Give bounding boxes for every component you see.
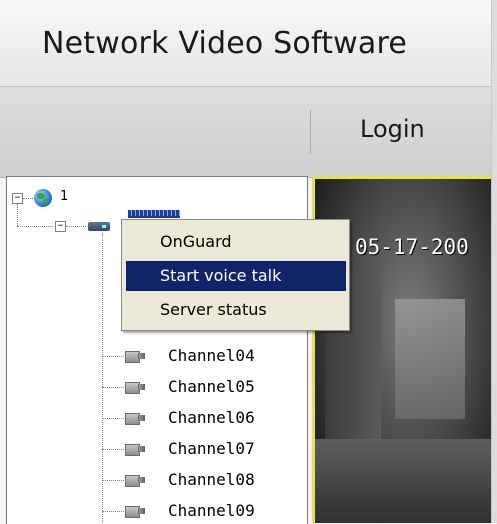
tree-connector (102, 418, 124, 419)
tree-connector (102, 480, 124, 481)
tree-connector (102, 387, 124, 388)
camera-icon (125, 411, 145, 425)
menu-item-onguard[interactable]: OnGuard (126, 227, 346, 257)
tree-connector (17, 204, 18, 226)
camera-icon-lens (138, 415, 145, 421)
toolbar-separator (310, 110, 311, 154)
tree-channel-item[interactable]: Channel04 (7, 341, 307, 371)
menu-item-start-voice-talk[interactable]: Start voice talk (126, 261, 346, 291)
camera-icon (125, 442, 145, 456)
channel-label: Channel08 (168, 470, 255, 489)
globe-icon (34, 189, 52, 207)
camera-icon-lens (138, 508, 145, 514)
video-frame-detail (395, 299, 465, 419)
dvr-device-icon (88, 222, 110, 231)
tree-device-label-selected[interactable] (128, 210, 180, 218)
tree-channel-item[interactable]: Channel05 (7, 372, 307, 402)
tree-channel-item[interactable]: Channel07 (7, 434, 307, 464)
tree-channel-item[interactable]: Channel06 (7, 403, 307, 433)
camera-icon-lens (138, 353, 145, 359)
camera-icon-lens (138, 446, 145, 452)
channel-label: Channel05 (168, 377, 255, 396)
camera-icon (125, 504, 145, 518)
tree-connector (102, 356, 124, 357)
channel-label: Channel04 (168, 346, 255, 365)
camera-icon-lens (138, 384, 145, 390)
tree-channel-item[interactable]: Channel08 (7, 465, 307, 495)
video-timestamp-overlay: 05-17-200 (355, 235, 469, 259)
tree-connector (17, 226, 53, 227)
tree-connector (102, 511, 124, 512)
camera-icon (125, 473, 145, 487)
channel-label: Channel09 (168, 501, 255, 520)
camera-icon (125, 380, 145, 394)
channel-label: Channel07 (168, 439, 255, 458)
menu-item-server-status[interactable]: Server status (126, 295, 346, 325)
tree-channel-item[interactable]: Channel09 (7, 496, 307, 524)
tree-connector (66, 226, 86, 227)
title-bar: Network Video Software (0, 0, 497, 86)
app-title: Network Video Software (42, 26, 408, 61)
tree-device-expander[interactable]: − (55, 221, 66, 232)
camera-icon (125, 349, 145, 363)
context-menu: OnGuard Start voice talk Server status (121, 219, 350, 331)
tree-connector (102, 449, 124, 450)
video-frame-detail (315, 439, 491, 523)
tree-root-label[interactable]: 1 (60, 189, 68, 204)
channel-label: Channel06 (168, 408, 255, 427)
camera-icon-lens (138, 477, 145, 483)
window-right-edge (491, 0, 497, 523)
tree-connector (23, 198, 33, 199)
login-button[interactable]: Login (360, 115, 425, 143)
tree-root-expander[interactable]: − (12, 193, 23, 204)
